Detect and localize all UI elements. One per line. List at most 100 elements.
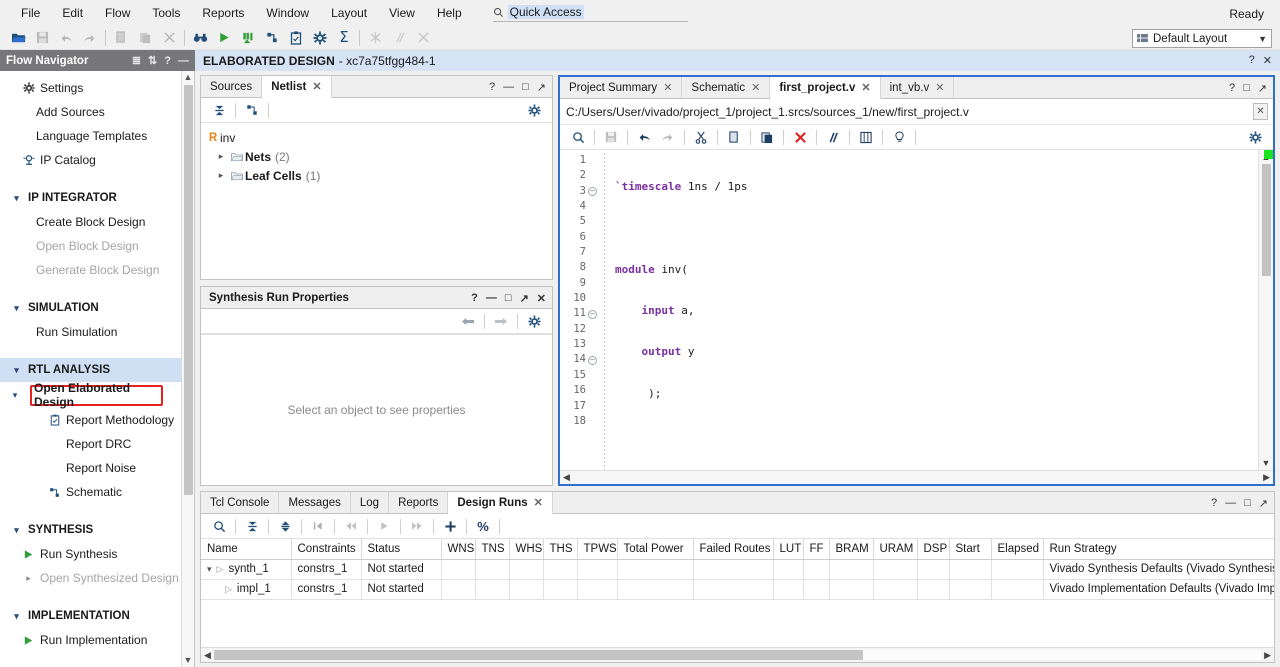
report-icon[interactable] <box>284 27 308 49</box>
tab-first-project-v[interactable]: first_project.v ✕ <box>770 77 881 99</box>
search-icon[interactable] <box>566 127 590 147</box>
sidebar-section-ip-integrator[interactable]: ▾ IP INTEGRATOR <box>0 186 181 210</box>
column-header-start[interactable]: Start <box>949 539 992 560</box>
sidebar-section-implementation[interactable]: ▾ IMPLEMENTATION <box>0 604 181 628</box>
cell-name[interactable]: ▷ impl_1 <box>201 579 292 600</box>
collapse-icon[interactable]: ≣ <box>132 54 141 67</box>
tab-sources[interactable]: Sources <box>201 76 263 97</box>
sidebar-section-synthesis[interactable]: ▾ SYNTHESIS <box>0 518 181 542</box>
open-folder-icon[interactable] <box>6 27 30 49</box>
scroll-right-icon[interactable]: ▶ <box>1264 650 1271 661</box>
chevron-down-icon[interactable]: ▾ <box>207 564 212 575</box>
column-header-dsp[interactable]: DSP <box>917 539 950 560</box>
scrollbar-thumb[interactable] <box>1261 164 1271 276</box>
maximize-icon[interactable]: □ <box>522 81 529 93</box>
settings-gear-icon[interactable] <box>522 100 546 120</box>
table-row[interactable]: ▾ ▷ synth_1 constrs_1 Not started Vivado… <box>201 559 1274 580</box>
tab-netlist[interactable]: Netlist ✕ <box>262 76 332 98</box>
tree-item-inv[interactable]: R inv <box>206 128 552 147</box>
scroll-down-icon[interactable]: ▼ <box>1262 456 1271 470</box>
binoculars-icon[interactable] <box>188 27 212 49</box>
sidebar-item-ip-catalog[interactable]: IP Catalog <box>0 148 181 172</box>
sidebar-item-language-templates[interactable]: Language Templates <box>0 124 181 148</box>
column-header-tns[interactable]: TNS <box>475 539 510 560</box>
tab-reports[interactable]: Reports <box>389 492 449 513</box>
copy-icon[interactable] <box>722 127 746 147</box>
sigma-icon[interactable]: Σ <box>332 27 356 49</box>
column-header-name[interactable]: Name <box>201 539 292 560</box>
bulb-icon[interactable] <box>887 127 911 147</box>
close-icon[interactable]: ✕ <box>537 292 546 305</box>
design-runs-horizontal-scrollbar[interactable]: ◀ ▶ <box>201 647 1274 662</box>
menu-layout[interactable]: Layout <box>320 2 378 24</box>
fold-collapse-icon[interactable]: – <box>586 184 599 199</box>
maximize-icon[interactable]: □ <box>1244 497 1251 509</box>
column-header-bram[interactable]: BRAM <box>829 539 874 560</box>
code-vertical-scrollbar[interactable]: ▲ ▼ <box>1258 150 1273 470</box>
settings-gear-icon[interactable] <box>522 311 546 331</box>
settings-gear-icon[interactable] <box>1243 127 1267 147</box>
columns-icon[interactable] <box>854 127 878 147</box>
code-text[interactable]: `timescale 1ns / 1ps module inv( input a… <box>605 150 1258 470</box>
close-icon[interactable]: ✕ <box>663 81 672 94</box>
code-editor[interactable]: 1 2 3 4 5 6 7 8 9 10 11 12 13 14 15 16 1… <box>560 150 1273 470</box>
menu-reports[interactable]: Reports <box>191 2 255 24</box>
forward-arrow-icon[interactable] <box>489 311 513 331</box>
help-icon[interactable]: ? <box>471 292 478 304</box>
schematic-icon[interactable] <box>260 27 284 49</box>
column-header-total-power[interactable]: Total Power <box>617 539 694 560</box>
close-icon[interactable]: ✕ <box>1263 54 1272 67</box>
column-header-tpws[interactable]: TPWS <box>577 539 618 560</box>
close-icon[interactable]: ✕ <box>935 81 944 94</box>
column-header-run-strategy[interactable]: Run Strategy <box>1043 539 1274 560</box>
sidebar-item-settings[interactable]: Settings <box>0 76 181 100</box>
scroll-down-icon[interactable]: ▼ <box>184 654 193 667</box>
delete-red-x-icon[interactable] <box>788 127 812 147</box>
scrollbar-track[interactable] <box>213 650 1262 660</box>
tree-item-leaf-cells[interactable]: ▸ Leaf Cells (1) <box>206 166 552 185</box>
step-icon[interactable] <box>236 27 260 49</box>
schematic-icon[interactable] <box>240 100 264 120</box>
close-icon[interactable]: ✕ <box>312 80 321 93</box>
column-header-uram[interactable]: URAM <box>873 539 918 560</box>
collapse-all-icon[interactable] <box>207 100 231 120</box>
quick-access-box[interactable]: Quick Access <box>492 4 688 22</box>
tab-messages[interactable]: Messages <box>279 492 351 513</box>
chevron-right-icon[interactable]: ▸ <box>214 170 228 181</box>
help-icon[interactable]: ? <box>164 55 171 67</box>
menu-edit[interactable]: Edit <box>51 2 94 24</box>
menu-window[interactable]: Window <box>255 2 320 24</box>
minimize-icon[interactable]: — <box>503 81 514 93</box>
layout-dropdown[interactable]: Default Layout ▼ <box>1132 29 1272 48</box>
sidebar-item-add-sources[interactable]: Add Sources <box>0 100 181 124</box>
sidebar-item-create-block-design[interactable]: Create Block Design <box>0 210 181 234</box>
help-icon[interactable]: ? <box>1229 82 1235 94</box>
minimize-icon[interactable]: — <box>486 292 497 304</box>
scroll-left-icon[interactable]: ◀ <box>563 472 570 483</box>
float-icon[interactable]: ↗ <box>537 81 546 94</box>
sidebar-item-report-noise[interactable]: Report Noise <box>0 456 181 480</box>
tab-design-runs[interactable]: Design Runs ✕ <box>448 492 553 514</box>
scrollbar-thumb[interactable] <box>213 650 864 660</box>
plus-icon[interactable] <box>438 516 462 536</box>
float-icon[interactable]: ↗ <box>1259 497 1268 510</box>
fold-collapse-icon[interactable]: – <box>586 306 599 321</box>
column-header-ff[interactable]: FF <box>803 539 830 560</box>
design-runs-table-wrap[interactable]: Name Constraints Status WNS TNS WHS THS … <box>201 539 1274 647</box>
column-header-elapsed[interactable]: Elapsed <box>991 539 1044 560</box>
menu-file[interactable]: File <box>10 2 51 24</box>
sidebar-section-simulation[interactable]: ▾ SIMULATION <box>0 296 181 320</box>
flow-navigator-scrollbar[interactable]: ▲ ▼ <box>181 71 194 667</box>
column-header-constraints[interactable]: Constraints <box>291 539 362 560</box>
scroll-right-icon[interactable]: ▶ <box>1263 472 1270 483</box>
fold-collapse-icon[interactable]: – <box>586 352 599 367</box>
tab-int-vb-v[interactable]: int_vb.v ✕ <box>881 77 955 98</box>
menu-tools[interactable]: Tools <box>141 2 191 24</box>
sidebar-section-rtl-analysis[interactable]: ▾ RTL ANALYSIS <box>0 358 181 382</box>
play-triangle-icon[interactable]: ▷ <box>225 584 232 595</box>
help-icon[interactable]: ? <box>489 81 495 93</box>
sidebar-item-run-implementation[interactable]: Run Implementation <box>0 628 181 652</box>
tab-schematic[interactable]: Schematic ✕ <box>682 77 771 98</box>
quick-access-input[interactable]: Quick Access <box>507 5 584 19</box>
play-triangle-icon[interactable]: ▷ <box>217 564 224 575</box>
